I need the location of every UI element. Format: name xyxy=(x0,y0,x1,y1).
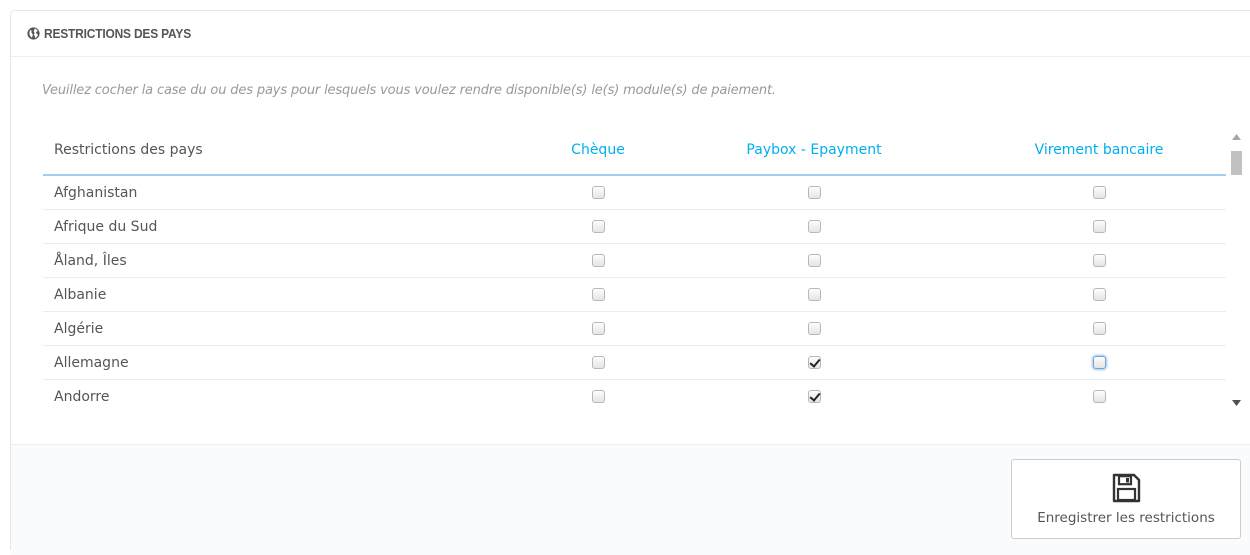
checkbox-virement[interactable] xyxy=(1092,254,1106,267)
table-row: Allemagne xyxy=(43,345,1226,380)
checkbox-cheque[interactable] xyxy=(591,322,605,335)
checkbox-virement[interactable] xyxy=(1092,288,1106,301)
table-row: Afrique du Sud xyxy=(43,209,1226,244)
country-name: Afghanistan xyxy=(43,175,529,210)
checkbox-virement[interactable] xyxy=(1092,356,1106,369)
checkbox-paybox[interactable] xyxy=(807,186,821,199)
checkbox-cell xyxy=(667,209,961,244)
checkbox-cheque[interactable] xyxy=(591,288,605,301)
table-row: Albanie xyxy=(43,277,1226,312)
scroll-down-button[interactable] xyxy=(1228,394,1245,411)
scroll-thumb[interactable] xyxy=(1231,151,1242,175)
country-name: Algérie xyxy=(43,311,529,346)
checkbox-cell xyxy=(529,209,667,244)
table-row: Åland, Îles xyxy=(43,243,1226,278)
checkbox-cheque[interactable] xyxy=(591,356,605,369)
checkbox-cell xyxy=(961,311,1226,346)
checkbox-cell xyxy=(667,379,961,411)
checkbox-cell xyxy=(529,243,667,278)
checkbox-cell xyxy=(961,175,1226,210)
floppy-disk-icon xyxy=(1112,473,1141,503)
checkbox-virement[interactable] xyxy=(1092,390,1106,403)
panel-footer: Enregistrer les restrictions xyxy=(11,444,1250,555)
checkbox-cheque[interactable] xyxy=(591,254,605,267)
checkbox-cell xyxy=(961,379,1226,411)
help-text: Veuillez cocher la case du ou des pays p… xyxy=(42,83,776,98)
checkbox-cell xyxy=(529,311,667,346)
column-header-country: Restrictions des pays xyxy=(43,126,529,176)
checkbox-cell xyxy=(667,311,961,346)
checkbox-virement[interactable] xyxy=(1092,220,1106,233)
table-row: Andorre xyxy=(43,379,1226,411)
checkbox-cell xyxy=(667,175,961,210)
table-body: Afghanistan Afrique du Sud Åland, Îles Alba… xyxy=(43,175,1226,411)
save-button-label: Enregistrer les restrictions xyxy=(1037,510,1215,526)
panel-title: RESTRICTIONS DES PAYS xyxy=(44,26,191,41)
column-header-virement[interactable]: Virement bancaire xyxy=(961,126,1226,176)
triangle-up-icon xyxy=(1232,133,1241,140)
column-header-cheque[interactable]: Chèque xyxy=(529,126,667,176)
checkbox-cheque[interactable] xyxy=(591,186,605,199)
table-row: Afghanistan xyxy=(43,175,1226,210)
checkbox-cell xyxy=(529,345,667,380)
triangle-down-icon xyxy=(1232,399,1241,406)
panel-heading: RESTRICTIONS DES PAYS xyxy=(11,11,1250,57)
country-name: Åland, Îles xyxy=(43,243,529,278)
globe-icon xyxy=(27,27,40,40)
checkbox-cell xyxy=(529,175,667,210)
checkbox-cell xyxy=(667,345,961,380)
save-restrictions-button[interactable]: Enregistrer les restrictions xyxy=(1011,459,1241,539)
checkbox-virement[interactable] xyxy=(1092,186,1106,199)
checkbox-paybox[interactable] xyxy=(807,356,821,369)
checkbox-cheque[interactable] xyxy=(591,390,605,403)
checkbox-paybox[interactable] xyxy=(807,288,821,301)
checkbox-cell xyxy=(961,209,1226,244)
table-scrollbar[interactable] xyxy=(1228,128,1245,411)
checkbox-cell xyxy=(961,345,1226,380)
country-name: Afrique du Sud xyxy=(43,209,529,244)
checkbox-cell xyxy=(529,277,667,312)
checkbox-cell xyxy=(667,277,961,312)
scroll-up-button[interactable] xyxy=(1228,128,1245,145)
table-row: Algérie xyxy=(43,311,1226,346)
checkbox-cell xyxy=(529,379,667,411)
checkbox-paybox[interactable] xyxy=(807,322,821,335)
restrictions-table-container: Restrictions des pays Chèque Paybox - Ep… xyxy=(43,126,1226,411)
restrictions-table: Restrictions des pays Chèque Paybox - Ep… xyxy=(43,126,1226,411)
checkbox-paybox[interactable] xyxy=(807,390,821,403)
checkbox-cell xyxy=(961,277,1226,312)
table-header-row: Restrictions des pays Chèque Paybox - Ep… xyxy=(43,126,1226,176)
checkbox-paybox[interactable] xyxy=(807,254,821,267)
checkbox-paybox[interactable] xyxy=(807,220,821,233)
checkbox-cheque[interactable] xyxy=(591,220,605,233)
country-name: Albanie xyxy=(43,277,529,312)
checkbox-cell xyxy=(961,243,1226,278)
country-name: Andorre xyxy=(43,379,529,411)
checkbox-cell xyxy=(667,243,961,278)
country-name: Allemagne xyxy=(43,345,529,380)
column-header-paybox[interactable]: Paybox - Epayment xyxy=(667,126,961,176)
country-restrictions-panel: RESTRICTIONS DES PAYS Veuillez cocher la… xyxy=(10,10,1250,555)
checkbox-virement[interactable] xyxy=(1092,322,1106,335)
